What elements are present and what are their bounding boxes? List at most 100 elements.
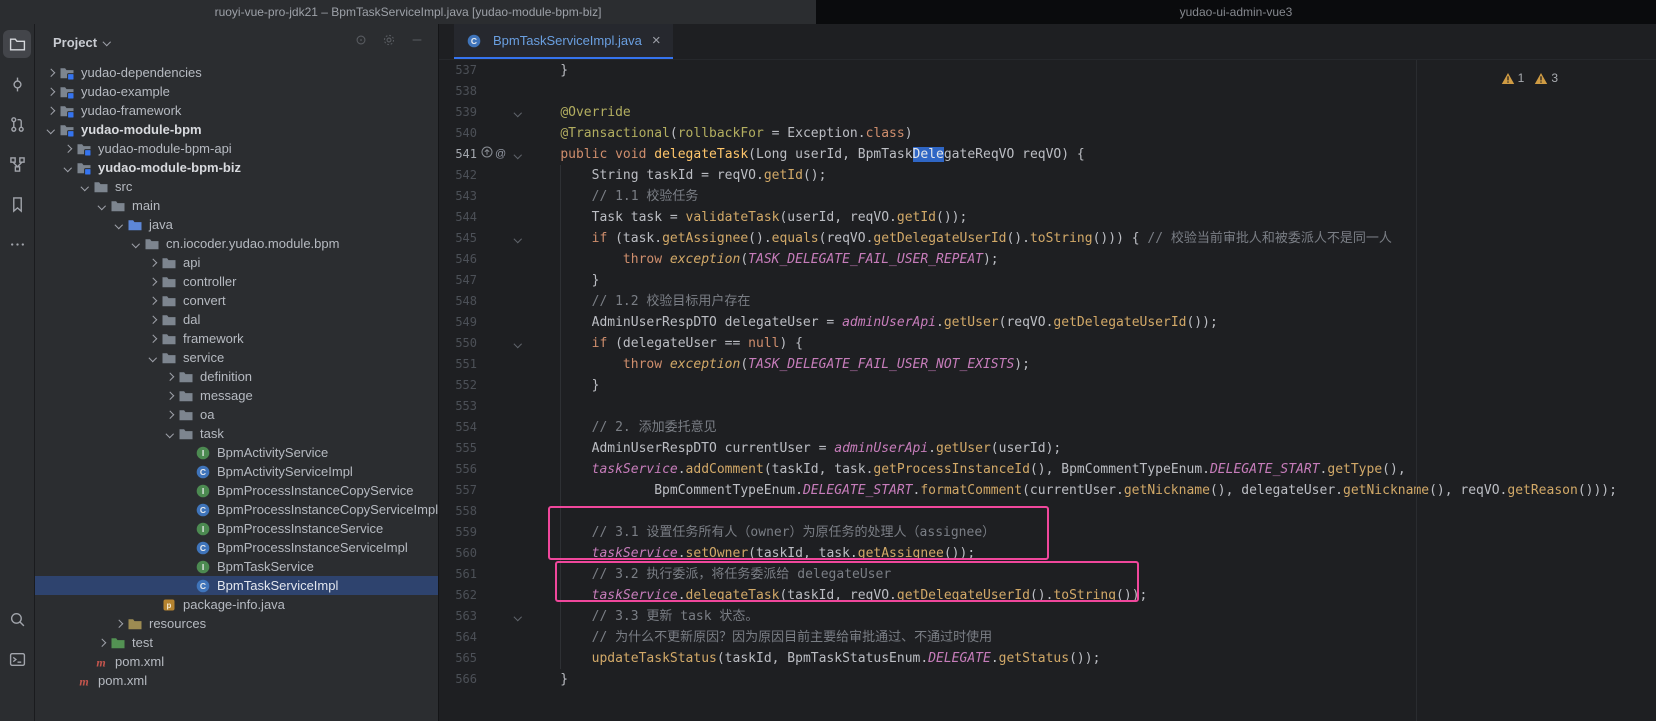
code-area[interactable]: 537 }538539 @Override540 @Transactional(…: [439, 60, 1656, 721]
tree-item-bpmactivityserviceimpl[interactable]: CBpmActivityServiceImpl: [35, 462, 438, 481]
chevron-down-icon[interactable]: [128, 241, 144, 247]
chevron-right-icon[interactable]: [162, 393, 178, 399]
chevron-right-icon[interactable]: [43, 108, 59, 114]
chevron-right-icon[interactable]: [43, 89, 59, 95]
code-line-546[interactable]: 546 throw exception(TASK_DELEGATE_FAIL_U…: [439, 249, 1656, 270]
fold-chevron-icon[interactable]: [507, 102, 529, 123]
chevron-down-icon[interactable]: [103, 38, 111, 46]
tree-item-yudao-dependencies[interactable]: yudao-dependencies: [35, 63, 438, 82]
fold-chevron-icon[interactable]: [507, 228, 529, 249]
tree-item-bpmprocessinstanceservice[interactable]: IBpmProcessInstanceService: [35, 519, 438, 538]
code-line-543[interactable]: 543 // 1.1 校验任务: [439, 186, 1656, 207]
tree-item-bpmactivityservice[interactable]: IBpmActivityService: [35, 443, 438, 462]
code-line-557[interactable]: 557 BpmCommentTypeEnum.DELEGATE_START.fo…: [439, 480, 1656, 501]
terminal-icon[interactable]: [3, 645, 31, 673]
tree-item-api[interactable]: api: [35, 253, 438, 272]
chevron-right-icon[interactable]: [145, 279, 161, 285]
code-line-548[interactable]: 548 // 1.2 校验目标用户存在: [439, 291, 1656, 312]
chevron-right-icon[interactable]: [162, 412, 178, 418]
tree-item-bpmprocessinstancecopyservice[interactable]: IBpmProcessInstanceCopyService: [35, 481, 438, 500]
code-line-556[interactable]: 556 taskService.addComment(taskId, task.…: [439, 459, 1656, 480]
chevron-right-icon[interactable]: [145, 260, 161, 266]
chevron-right-icon[interactable]: [145, 298, 161, 304]
project-icon[interactable]: [3, 30, 31, 58]
code-line-549[interactable]: 549 AdminUserRespDTO delegateUser = admi…: [439, 312, 1656, 333]
tree-item-package-info-java[interactable]: ppackage-info.java: [35, 595, 438, 614]
code-line-564[interactable]: 564 // 为什么不更新原因？因为原因目前主要给审批通过、不通过时使用: [439, 627, 1656, 648]
chevron-right-icon[interactable]: [162, 374, 178, 380]
chevron-down-icon[interactable]: [43, 127, 59, 133]
code-line-537[interactable]: 537 }: [439, 60, 1656, 81]
locate-icon[interactable]: [354, 33, 368, 52]
code-line-566[interactable]: 566 }: [439, 669, 1656, 690]
tree-item-dal[interactable]: dal: [35, 310, 438, 329]
tree-item-task[interactable]: task: [35, 424, 438, 443]
code-line-558[interactable]: 558: [439, 501, 1656, 522]
tree-item-bpmprocessinstancecopyserviceimpl[interactable]: CBpmProcessInstanceCopyServiceImpl: [35, 500, 438, 519]
code-line-544[interactable]: 544 Task task = validateTask(userId, req…: [439, 207, 1656, 228]
fold-chevron-icon[interactable]: [507, 333, 529, 354]
fold-chevron-icon[interactable]: [507, 606, 529, 627]
chevron-down-icon[interactable]: [145, 355, 161, 361]
bookmarks-icon[interactable]: [3, 190, 31, 218]
code-line-554[interactable]: 554 // 2. 添加委托意见: [439, 417, 1656, 438]
tree-item-controller[interactable]: controller: [35, 272, 438, 291]
more-icon[interactable]: [3, 230, 31, 258]
tree-item-pom-xml[interactable]: mpom.xml: [35, 671, 438, 690]
chevron-right-icon[interactable]: [60, 146, 76, 152]
chevron-right-icon[interactable]: [145, 336, 161, 342]
chevron-right-icon[interactable]: [145, 317, 161, 323]
code-line-545[interactable]: 545 if (task.getAssignee().equals(reqVO.…: [439, 228, 1656, 249]
code-line-538[interactable]: 538: [439, 81, 1656, 102]
code-line-551[interactable]: 551 throw exception(TASK_DELEGATE_FAIL_U…: [439, 354, 1656, 375]
tree-item-bpmtaskserviceimpl[interactable]: CBpmTaskServiceImpl: [35, 576, 438, 595]
tree-item-yudao-module-bpm-biz[interactable]: yudao-module-bpm-biz: [35, 158, 438, 177]
secondary-window-title[interactable]: yudao-ui-admin-vue3: [816, 0, 1656, 24]
code-line-555[interactable]: 555 AdminUserRespDTO currentUser = admin…: [439, 438, 1656, 459]
tree-item-yudao-module-bpm[interactable]: yudao-module-bpm: [35, 120, 438, 139]
chevron-right-icon[interactable]: [43, 70, 59, 76]
tree-item-convert[interactable]: convert: [35, 291, 438, 310]
tree-item-java[interactable]: java: [35, 215, 438, 234]
code-line-550[interactable]: 550 if (delegateUser == null) {: [439, 333, 1656, 354]
chevron-right-icon[interactable]: [94, 640, 110, 646]
tree-item-src[interactable]: src: [35, 177, 438, 196]
tree-item-yudao-module-bpm-api[interactable]: yudao-module-bpm-api: [35, 139, 438, 158]
code-line-560[interactable]: 560 taskService.setOwner(taskId, task.ge…: [439, 543, 1656, 564]
warning-indicator[interactable]: 3: [1534, 68, 1558, 89]
chevron-down-icon[interactable]: [111, 222, 127, 228]
hide-icon[interactable]: [410, 33, 424, 52]
tree-item-message[interactable]: message: [35, 386, 438, 405]
tree-item-pom-xml[interactable]: mpom.xml: [35, 652, 438, 671]
chevron-down-icon[interactable]: [77, 184, 93, 190]
tab-bpmtaskserviceimpl[interactable]: C BpmTaskServiceImpl.java ×: [454, 24, 673, 59]
tree-item-yudao-framework[interactable]: yudao-framework: [35, 101, 438, 120]
inspections-widget[interactable]: 13: [1501, 68, 1558, 89]
code-line-562[interactable]: 562 taskService.delegateTask(taskId, req…: [439, 585, 1656, 606]
commit-icon[interactable]: [3, 70, 31, 98]
tree-item-service[interactable]: service: [35, 348, 438, 367]
fold-chevron-icon[interactable]: [507, 144, 529, 165]
tree-item-test[interactable]: test: [35, 633, 438, 652]
code-line-547[interactable]: 547 }: [439, 270, 1656, 291]
tree-item-yudao-example[interactable]: yudao-example: [35, 82, 438, 101]
code-line-539[interactable]: 539 @Override: [439, 102, 1656, 123]
chevron-right-icon[interactable]: [111, 621, 127, 627]
code-line-563[interactable]: 563 // 3.3 更新 task 状态。: [439, 606, 1656, 627]
tree-item-cn-iocoder-yudao-module-bpm[interactable]: cn.iocoder.yudao.module.bpm: [35, 234, 438, 253]
warning-indicator[interactable]: 1: [1501, 68, 1525, 89]
settings-icon[interactable]: [382, 33, 396, 52]
tree-item-framework[interactable]: framework: [35, 329, 438, 348]
tree-item-resources[interactable]: resources: [35, 614, 438, 633]
code-line-561[interactable]: 561 // 3.2 执行委派，将任务委派给 delegateUser: [439, 564, 1656, 585]
chevron-down-icon[interactable]: [162, 431, 178, 437]
tree-item-bpmtaskservice[interactable]: IBpmTaskService: [35, 557, 438, 576]
tree-item-main[interactable]: main: [35, 196, 438, 215]
scrollbar[interactable]: [1646, 60, 1656, 721]
annotation-gutter-icon[interactable]: @: [495, 144, 506, 165]
tree-item-oa[interactable]: oa: [35, 405, 438, 424]
code-line-541[interactable]: 541@ public void delegateTask(Long userI…: [439, 144, 1656, 165]
code-line-553[interactable]: 553: [439, 396, 1656, 417]
project-panel-title[interactable]: Project: [53, 35, 97, 50]
chevron-down-icon[interactable]: [60, 165, 76, 171]
